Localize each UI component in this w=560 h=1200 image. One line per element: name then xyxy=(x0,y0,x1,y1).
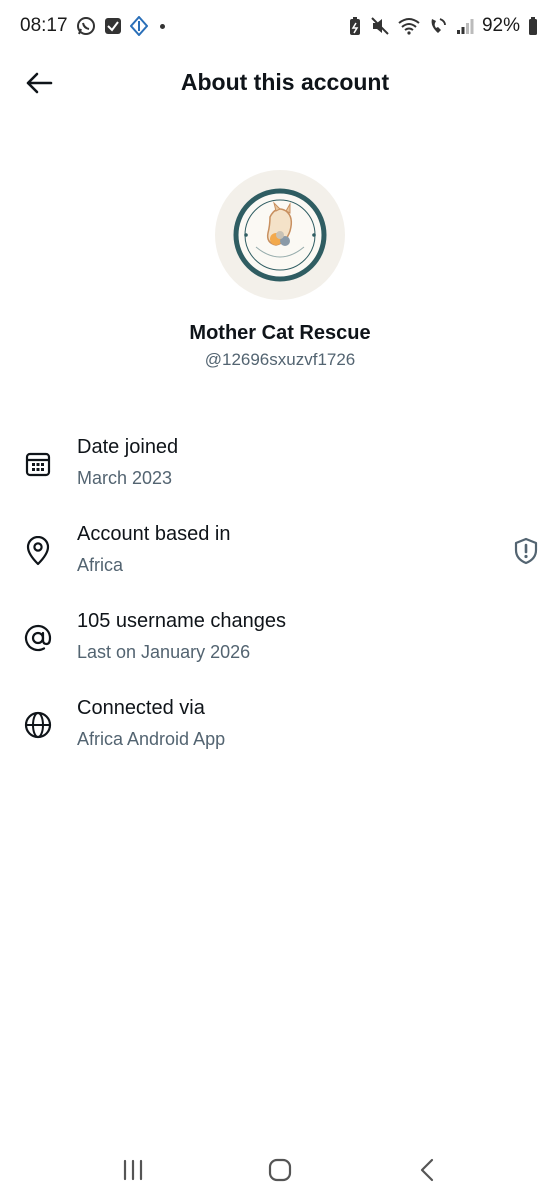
back-nav-icon xyxy=(420,1158,433,1182)
avatar[interactable] xyxy=(215,170,345,300)
home-button[interactable] xyxy=(258,1148,302,1192)
arrow-left-icon xyxy=(26,72,53,94)
info-title: Connected via xyxy=(77,697,205,719)
notification-dot-icon xyxy=(159,23,165,29)
mute-icon xyxy=(370,16,390,36)
info-row-username-changes: 105 username changes Last on January 202… xyxy=(0,610,560,670)
info-title: Date joined xyxy=(77,436,179,458)
header: About this account xyxy=(0,56,560,108)
battery-saver-icon xyxy=(348,16,362,36)
info-subtitle: Africa Android App xyxy=(77,729,226,749)
info-title: Account based in xyxy=(77,523,231,545)
checkbox-icon xyxy=(104,17,122,35)
wifi-calling-icon xyxy=(428,16,448,36)
info-row-connected-via: Connected via Africa Android App xyxy=(0,697,560,757)
info-subtitle: Last on January 2026 xyxy=(77,642,251,662)
recent-apps-button[interactable] xyxy=(111,1148,155,1192)
globe-icon xyxy=(22,709,54,741)
shield-alert-icon xyxy=(514,537,538,565)
recent-apps-icon xyxy=(124,1159,143,1181)
battery-icon xyxy=(528,16,538,36)
screen: 08:17 92% About this account Mother Cat … xyxy=(0,0,560,1200)
whatsapp-icon xyxy=(76,16,96,36)
profile-name: Mother Cat Rescue xyxy=(189,322,371,344)
info-subtitle: March 2023 xyxy=(77,468,173,488)
app-icon xyxy=(129,16,148,36)
home-icon xyxy=(268,1158,292,1182)
calendar-icon xyxy=(22,448,54,480)
info-row-account-based-in: Account based in Africa xyxy=(0,523,560,583)
info-row-date-joined: Date joined March 2023 xyxy=(0,436,560,496)
wifi-icon xyxy=(398,17,420,35)
at-sign-icon xyxy=(22,622,54,654)
status-bar: 08:17 92% xyxy=(0,0,560,52)
battery-percent: 92% xyxy=(481,15,520,36)
info-subtitle: Africa xyxy=(77,555,124,575)
page-title: About this account xyxy=(180,68,390,95)
navigation-bar xyxy=(0,1140,560,1200)
shield-alert-button[interactable] xyxy=(510,535,542,567)
status-right: 92% xyxy=(348,15,538,37)
status-left: 08:17 xyxy=(20,15,165,37)
location-pin-icon xyxy=(22,535,54,567)
back-nav-button[interactable] xyxy=(405,1148,449,1192)
profile-handle: @12696sxuzvf1726 xyxy=(204,350,356,369)
signal-icon xyxy=(456,17,474,35)
back-button[interactable] xyxy=(22,66,56,100)
status-time: 08:17 xyxy=(20,15,68,36)
info-title: 105 username changes xyxy=(77,610,287,632)
mother-cat-rescue-logo-icon xyxy=(233,188,327,282)
